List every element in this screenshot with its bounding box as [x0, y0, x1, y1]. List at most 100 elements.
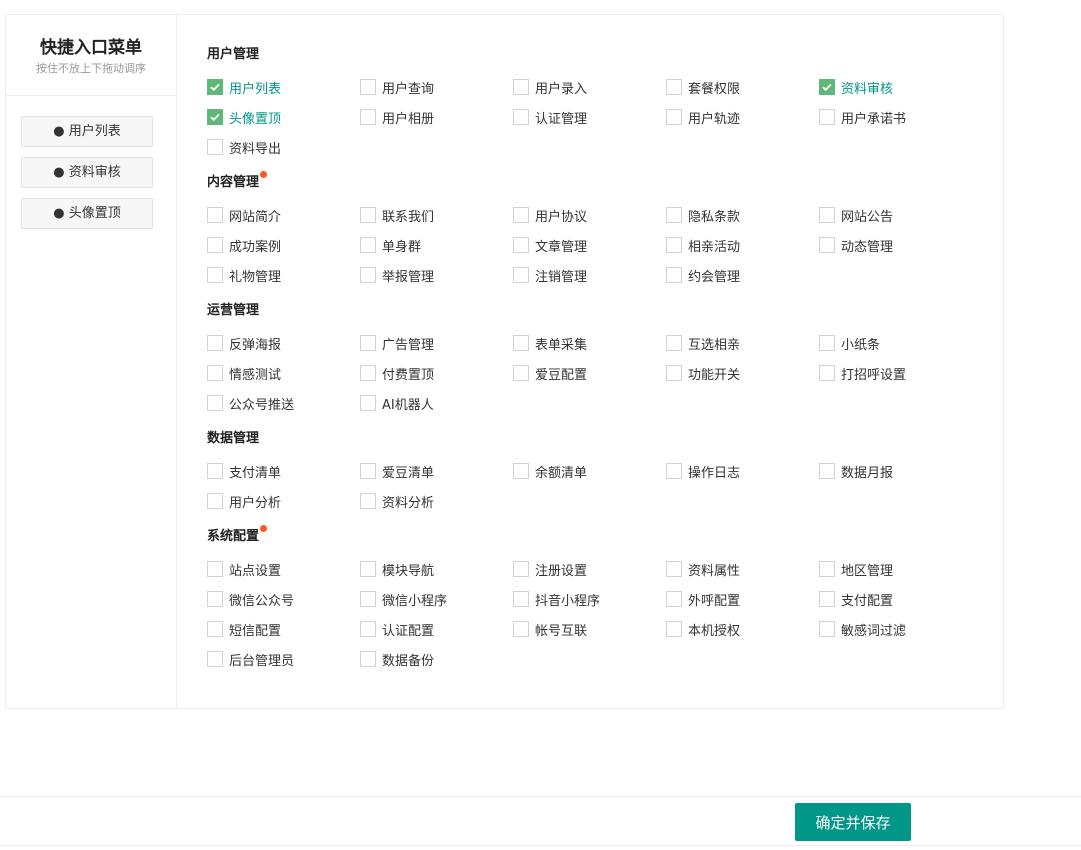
menu-checkbox[interactable]: 支付配置	[819, 584, 972, 614]
checkbox-icon[interactable]	[819, 365, 835, 381]
checkbox-icon[interactable]	[513, 621, 529, 637]
checkbox-icon[interactable]	[666, 335, 682, 351]
menu-checkbox[interactable]: 网站公告	[819, 200, 972, 230]
checkbox-icon[interactable]	[513, 591, 529, 607]
checkbox-icon[interactable]	[360, 621, 376, 637]
checkbox-checked-icon[interactable]	[207, 109, 223, 125]
checkbox-icon[interactable]	[666, 79, 682, 95]
checkbox-icon[interactable]	[819, 561, 835, 577]
menu-checkbox[interactable]: 用户列表	[207, 72, 360, 102]
menu-checkbox[interactable]: 联系我们	[360, 200, 513, 230]
checkbox-icon[interactable]	[360, 395, 376, 411]
menu-checkbox[interactable]: 地区管理	[819, 554, 972, 584]
checkbox-icon[interactable]	[360, 463, 376, 479]
checkbox-icon[interactable]	[819, 621, 835, 637]
menu-checkbox[interactable]: 反弹海报	[207, 328, 360, 358]
menu-checkbox[interactable]: 资料分析	[360, 486, 513, 516]
menu-checkbox[interactable]: 礼物管理	[207, 260, 360, 290]
quick-entry-item[interactable]: ● 头像置顶	[21, 198, 153, 229]
checkbox-icon[interactable]	[666, 365, 682, 381]
checkbox-icon[interactable]	[819, 591, 835, 607]
menu-checkbox[interactable]: 外呼配置	[666, 584, 819, 614]
checkbox-checked-icon[interactable]	[207, 79, 223, 95]
checkbox-icon[interactable]	[207, 335, 223, 351]
checkbox-icon[interactable]	[207, 395, 223, 411]
checkbox-icon[interactable]	[819, 237, 835, 253]
menu-checkbox[interactable]: 注册设置	[513, 554, 666, 584]
checkbox-icon[interactable]	[666, 237, 682, 253]
menu-checkbox[interactable]: 头像置顶	[207, 102, 360, 132]
checkbox-icon[interactable]	[207, 237, 223, 253]
menu-checkbox[interactable]: 用户协议	[513, 200, 666, 230]
menu-checkbox[interactable]: 注销管理	[513, 260, 666, 290]
menu-checkbox[interactable]: 用户录入	[513, 72, 666, 102]
menu-checkbox[interactable]: 短信配置	[207, 614, 360, 644]
menu-checkbox[interactable]: 用户相册	[360, 102, 513, 132]
quick-entry-item[interactable]: ● 资料审核	[21, 157, 153, 188]
checkbox-icon[interactable]	[360, 561, 376, 577]
menu-checkbox[interactable]: 数据备份	[360, 644, 513, 674]
menu-checkbox[interactable]: 站点设置	[207, 554, 360, 584]
checkbox-icon[interactable]	[360, 591, 376, 607]
menu-checkbox[interactable]: 举报管理	[360, 260, 513, 290]
checkbox-icon[interactable]	[360, 109, 376, 125]
checkbox-icon[interactable]	[360, 493, 376, 509]
menu-checkbox[interactable]: 资料审核	[819, 72, 972, 102]
menu-checkbox[interactable]: 功能开关	[666, 358, 819, 388]
menu-checkbox[interactable]: 用户查询	[360, 72, 513, 102]
checkbox-icon[interactable]	[666, 591, 682, 607]
checkbox-icon[interactable]	[207, 463, 223, 479]
menu-checkbox[interactable]: 爱豆配置	[513, 358, 666, 388]
menu-checkbox[interactable]: 资料导出	[207, 132, 360, 162]
menu-checkbox[interactable]: 互选相亲	[666, 328, 819, 358]
checkbox-icon[interactable]	[207, 591, 223, 607]
checkbox-icon[interactable]	[513, 267, 529, 283]
menu-checkbox[interactable]: 认证管理	[513, 102, 666, 132]
menu-checkbox[interactable]: 后台管理员	[207, 644, 360, 674]
menu-checkbox[interactable]: 用户承诺书	[819, 102, 972, 132]
menu-checkbox[interactable]: 隐私条款	[666, 200, 819, 230]
checkbox-icon[interactable]	[513, 365, 529, 381]
menu-checkbox[interactable]: 微信公众号	[207, 584, 360, 614]
menu-checkbox[interactable]: 操作日志	[666, 456, 819, 486]
checkbox-icon[interactable]	[207, 621, 223, 637]
checkbox-icon[interactable]	[513, 561, 529, 577]
menu-checkbox[interactable]: 认证配置	[360, 614, 513, 644]
menu-checkbox[interactable]: 资料属性	[666, 554, 819, 584]
checkbox-icon[interactable]	[819, 463, 835, 479]
menu-checkbox[interactable]: 情感测试	[207, 358, 360, 388]
checkbox-icon[interactable]	[666, 561, 682, 577]
save-button[interactable]: 确定并保存	[795, 803, 911, 841]
menu-checkbox[interactable]: 模块导航	[360, 554, 513, 584]
checkbox-icon[interactable]	[513, 109, 529, 125]
checkbox-icon[interactable]	[666, 109, 682, 125]
checkbox-icon[interactable]	[360, 79, 376, 95]
checkbox-icon[interactable]	[207, 207, 223, 223]
checkbox-icon[interactable]	[207, 651, 223, 667]
checkbox-checked-icon[interactable]	[819, 79, 835, 95]
checkbox-icon[interactable]	[360, 267, 376, 283]
menu-checkbox[interactable]: 网站简介	[207, 200, 360, 230]
menu-checkbox[interactable]: 成功案例	[207, 230, 360, 260]
checkbox-icon[interactable]	[207, 267, 223, 283]
menu-checkbox[interactable]: 套餐权限	[666, 72, 819, 102]
menu-checkbox[interactable]: 文章管理	[513, 230, 666, 260]
menu-checkbox[interactable]: 打招呼设置	[819, 358, 972, 388]
checkbox-icon[interactable]	[207, 139, 223, 155]
checkbox-icon[interactable]	[819, 109, 835, 125]
menu-checkbox[interactable]: 余额清单	[513, 456, 666, 486]
checkbox-icon[interactable]	[360, 335, 376, 351]
quick-entry-item[interactable]: ● 用户列表	[21, 116, 153, 147]
checkbox-icon[interactable]	[666, 267, 682, 283]
menu-checkbox[interactable]: 帐号互联	[513, 614, 666, 644]
checkbox-icon[interactable]	[360, 237, 376, 253]
menu-checkbox[interactable]: 用户分析	[207, 486, 360, 516]
menu-checkbox[interactable]: 单身群	[360, 230, 513, 260]
checkbox-icon[interactable]	[819, 335, 835, 351]
menu-checkbox[interactable]: 微信小程序	[360, 584, 513, 614]
checkbox-icon[interactable]	[360, 651, 376, 667]
menu-checkbox[interactable]: 用户轨迹	[666, 102, 819, 132]
checkbox-icon[interactable]	[666, 621, 682, 637]
checkbox-icon[interactable]	[513, 79, 529, 95]
checkbox-icon[interactable]	[513, 335, 529, 351]
